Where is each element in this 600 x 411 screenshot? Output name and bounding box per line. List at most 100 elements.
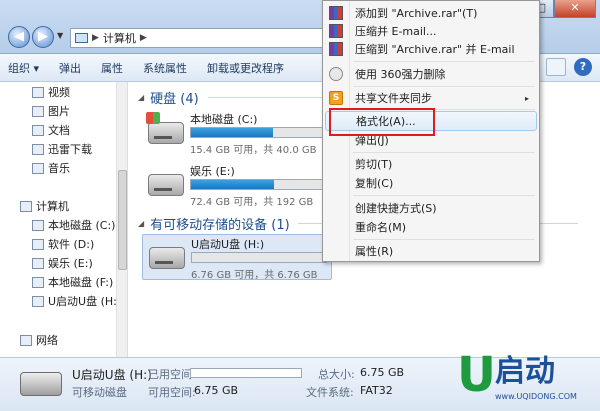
drive-usage-bar: [191, 252, 327, 263]
hard-drive-icon: [148, 174, 184, 196]
nav-item-drive-e[interactable]: 娱乐 (E:): [32, 255, 93, 271]
winrar-icon: [329, 24, 343, 38]
menu-item-create-shortcut[interactable]: 创建快捷方式(S): [325, 198, 537, 218]
highlight-annotation-box: [329, 108, 435, 136]
drive-name: 本地磁盘 (C:): [190, 113, 258, 126]
drive-item-c[interactable]: 本地磁盘 (C:) 15.4 GB 可用，共 40.0 GB: [142, 110, 332, 156]
organize-button[interactable]: 组织 ▾: [8, 60, 39, 76]
logo-mark: U: [457, 347, 496, 403]
nav-item-network[interactable]: 网络: [20, 332, 58, 348]
details-drive-type: 可移动磁盘: [72, 386, 127, 399]
nav-item-videos[interactable]: 视频: [32, 84, 70, 100]
nav-item-label: 迅雷下载: [48, 143, 92, 156]
usb-drive-icon: [32, 295, 44, 307]
menu-item-label: 共享文件夹同步: [355, 92, 432, 105]
usb-drive-icon: [149, 247, 185, 269]
drive-usage-bar: [190, 179, 326, 190]
logo-url: www.UQIDONG.COM: [495, 392, 577, 401]
breadcrumb-computer[interactable]: 计算机: [103, 30, 136, 46]
menu-item-label: 添加到 "Archive.rar"(T): [355, 7, 478, 20]
menu-item-compress-archive-email[interactable]: 压缩到 "Archive.rar" 并 E-mail: [325, 39, 537, 59]
drive-space-info: 72.4 GB 可用，共 192 GB: [190, 197, 314, 208]
group-hard-disks[interactable]: ◢ 硬盘 (4): [138, 88, 199, 107]
details-usage-bar: [190, 368, 302, 378]
breadcrumb-separator-icon[interactable]: ▶: [92, 33, 99, 43]
drive-usage-fill: [191, 128, 274, 137]
group-removable-storage[interactable]: ◢ 有可移动存储的设备 (1): [138, 214, 290, 233]
documents-folder-icon: [32, 124, 44, 136]
drive-name: 娱乐 (E:): [190, 165, 235, 178]
hard-drive-icon: [32, 219, 44, 231]
share-sync-icon: S: [329, 91, 343, 105]
nav-scrollbar[interactable]: [116, 82, 127, 357]
nav-item-drive-c[interactable]: 本地磁盘 (C:): [32, 217, 115, 233]
nav-scrollbar-thumb[interactable]: [118, 170, 127, 270]
menu-item-label: 压缩并 E-mail...: [355, 25, 437, 38]
nav-item-drive-h[interactable]: U启动U盘 (H:): [32, 293, 121, 309]
nav-item-thunder-download[interactable]: 迅雷下载: [32, 141, 92, 157]
menu-item-label: 创建快捷方式(S): [355, 202, 437, 215]
menu-item-label: 剪切(T): [355, 158, 393, 171]
recent-pages-dropdown[interactable]: ▼: [57, 31, 63, 40]
menu-separator: [353, 61, 535, 62]
nav-item-label: 文档: [48, 124, 70, 137]
menu-item-label: 压缩到 "Archive.rar" 并 E-mail: [355, 43, 515, 56]
nav-item-label: U启动U盘 (H:): [48, 295, 122, 308]
nav-item-music[interactable]: 音乐: [32, 160, 70, 176]
menu-item-360-force-delete[interactable]: 使用 360强力删除: [325, 64, 537, 84]
close-button[interactable]: ✕: [554, 0, 596, 18]
winrar-icon: [329, 42, 343, 56]
nav-item-label: 本地磁盘 (F:): [48, 276, 114, 289]
menu-item-rename[interactable]: 重命名(M): [325, 217, 537, 237]
menu-item-properties[interactable]: 属性(R): [325, 241, 537, 261]
music-folder-icon: [32, 162, 44, 174]
menu-item-copy[interactable]: 复制(C): [325, 173, 537, 193]
forward-button[interactable]: ▶: [32, 26, 54, 48]
menu-item-compress-email[interactable]: 压缩并 E-mail...: [325, 21, 537, 41]
menu-item-label: 属性(R): [355, 245, 394, 258]
nav-item-documents[interactable]: 文档: [32, 122, 70, 138]
collapse-triangle-icon[interactable]: ◢: [138, 93, 144, 102]
hard-drive-icon: [32, 257, 44, 269]
details-filesystem-value: FAT32: [360, 384, 393, 397]
menu-separator: [353, 152, 535, 153]
preview-pane-icon[interactable]: [546, 58, 566, 76]
breadcrumb-separator-icon[interactable]: ▶: [140, 33, 147, 43]
details-total-label: 总大小:: [318, 368, 355, 381]
uninstall-program-button[interactable]: 卸载或更改程序: [207, 60, 284, 76]
uqidong-logo: U 启动 www.UQIDONG.COM: [455, 350, 595, 408]
address-bar[interactable]: ▶ 计算机 ▶: [70, 28, 340, 48]
details-total-value: 6.75 GB: [360, 366, 405, 379]
menu-item-label: 重命名(M): [355, 221, 407, 234]
menu-separator: [353, 239, 535, 240]
nav-item-label: 网络: [36, 334, 58, 347]
menu-item-add-to-archive[interactable]: 添加到 "Archive.rar"(T): [325, 3, 537, 23]
nav-item-drive-f[interactable]: 本地磁盘 (F:): [32, 274, 113, 290]
help-icon[interactable]: ?: [574, 58, 592, 76]
usb-drive-icon: [20, 372, 62, 396]
drive-space-info: 15.4 GB 可用，共 40.0 GB: [190, 145, 317, 156]
nav-item-computer[interactable]: 计算机: [20, 198, 69, 214]
back-button[interactable]: ◀: [8, 26, 30, 48]
hard-drive-icon: [148, 122, 184, 144]
properties-button[interactable]: 属性: [101, 60, 123, 76]
drive-usage-bar: [190, 127, 326, 138]
menu-item-label: 使用 360强力删除: [355, 68, 446, 81]
menu-item-share-folder-sync[interactable]: S 共享文件夹同步 ▸: [325, 88, 537, 108]
details-used-label: 已用空间:: [148, 368, 196, 381]
eject-button[interactable]: 弹出: [59, 60, 81, 76]
group-title: 有可移动存储的设备 (1): [150, 218, 290, 233]
windows-logo-icon: [146, 112, 160, 124]
menu-separator: [353, 195, 535, 196]
nav-item-pictures[interactable]: 图片: [32, 103, 70, 119]
menu-item-cut[interactable]: 剪切(T): [325, 154, 537, 174]
system-properties-button[interactable]: 系统属性: [143, 60, 187, 76]
drive-item-h[interactable]: U启动U盘 (H:) 6.76 GB 可用，共 6.76 GB: [142, 234, 332, 281]
video-folder-icon: [32, 86, 44, 98]
pictures-folder-icon: [32, 105, 44, 117]
drive-item-e[interactable]: 娱乐 (E:) 72.4 GB 可用，共 192 GB: [142, 162, 332, 208]
collapse-triangle-icon[interactable]: ◢: [138, 219, 144, 228]
360-icon: [329, 67, 343, 81]
details-free-value: 6.75 GB: [194, 384, 239, 397]
nav-item-drive-d[interactable]: 软件 (D:): [32, 236, 94, 252]
